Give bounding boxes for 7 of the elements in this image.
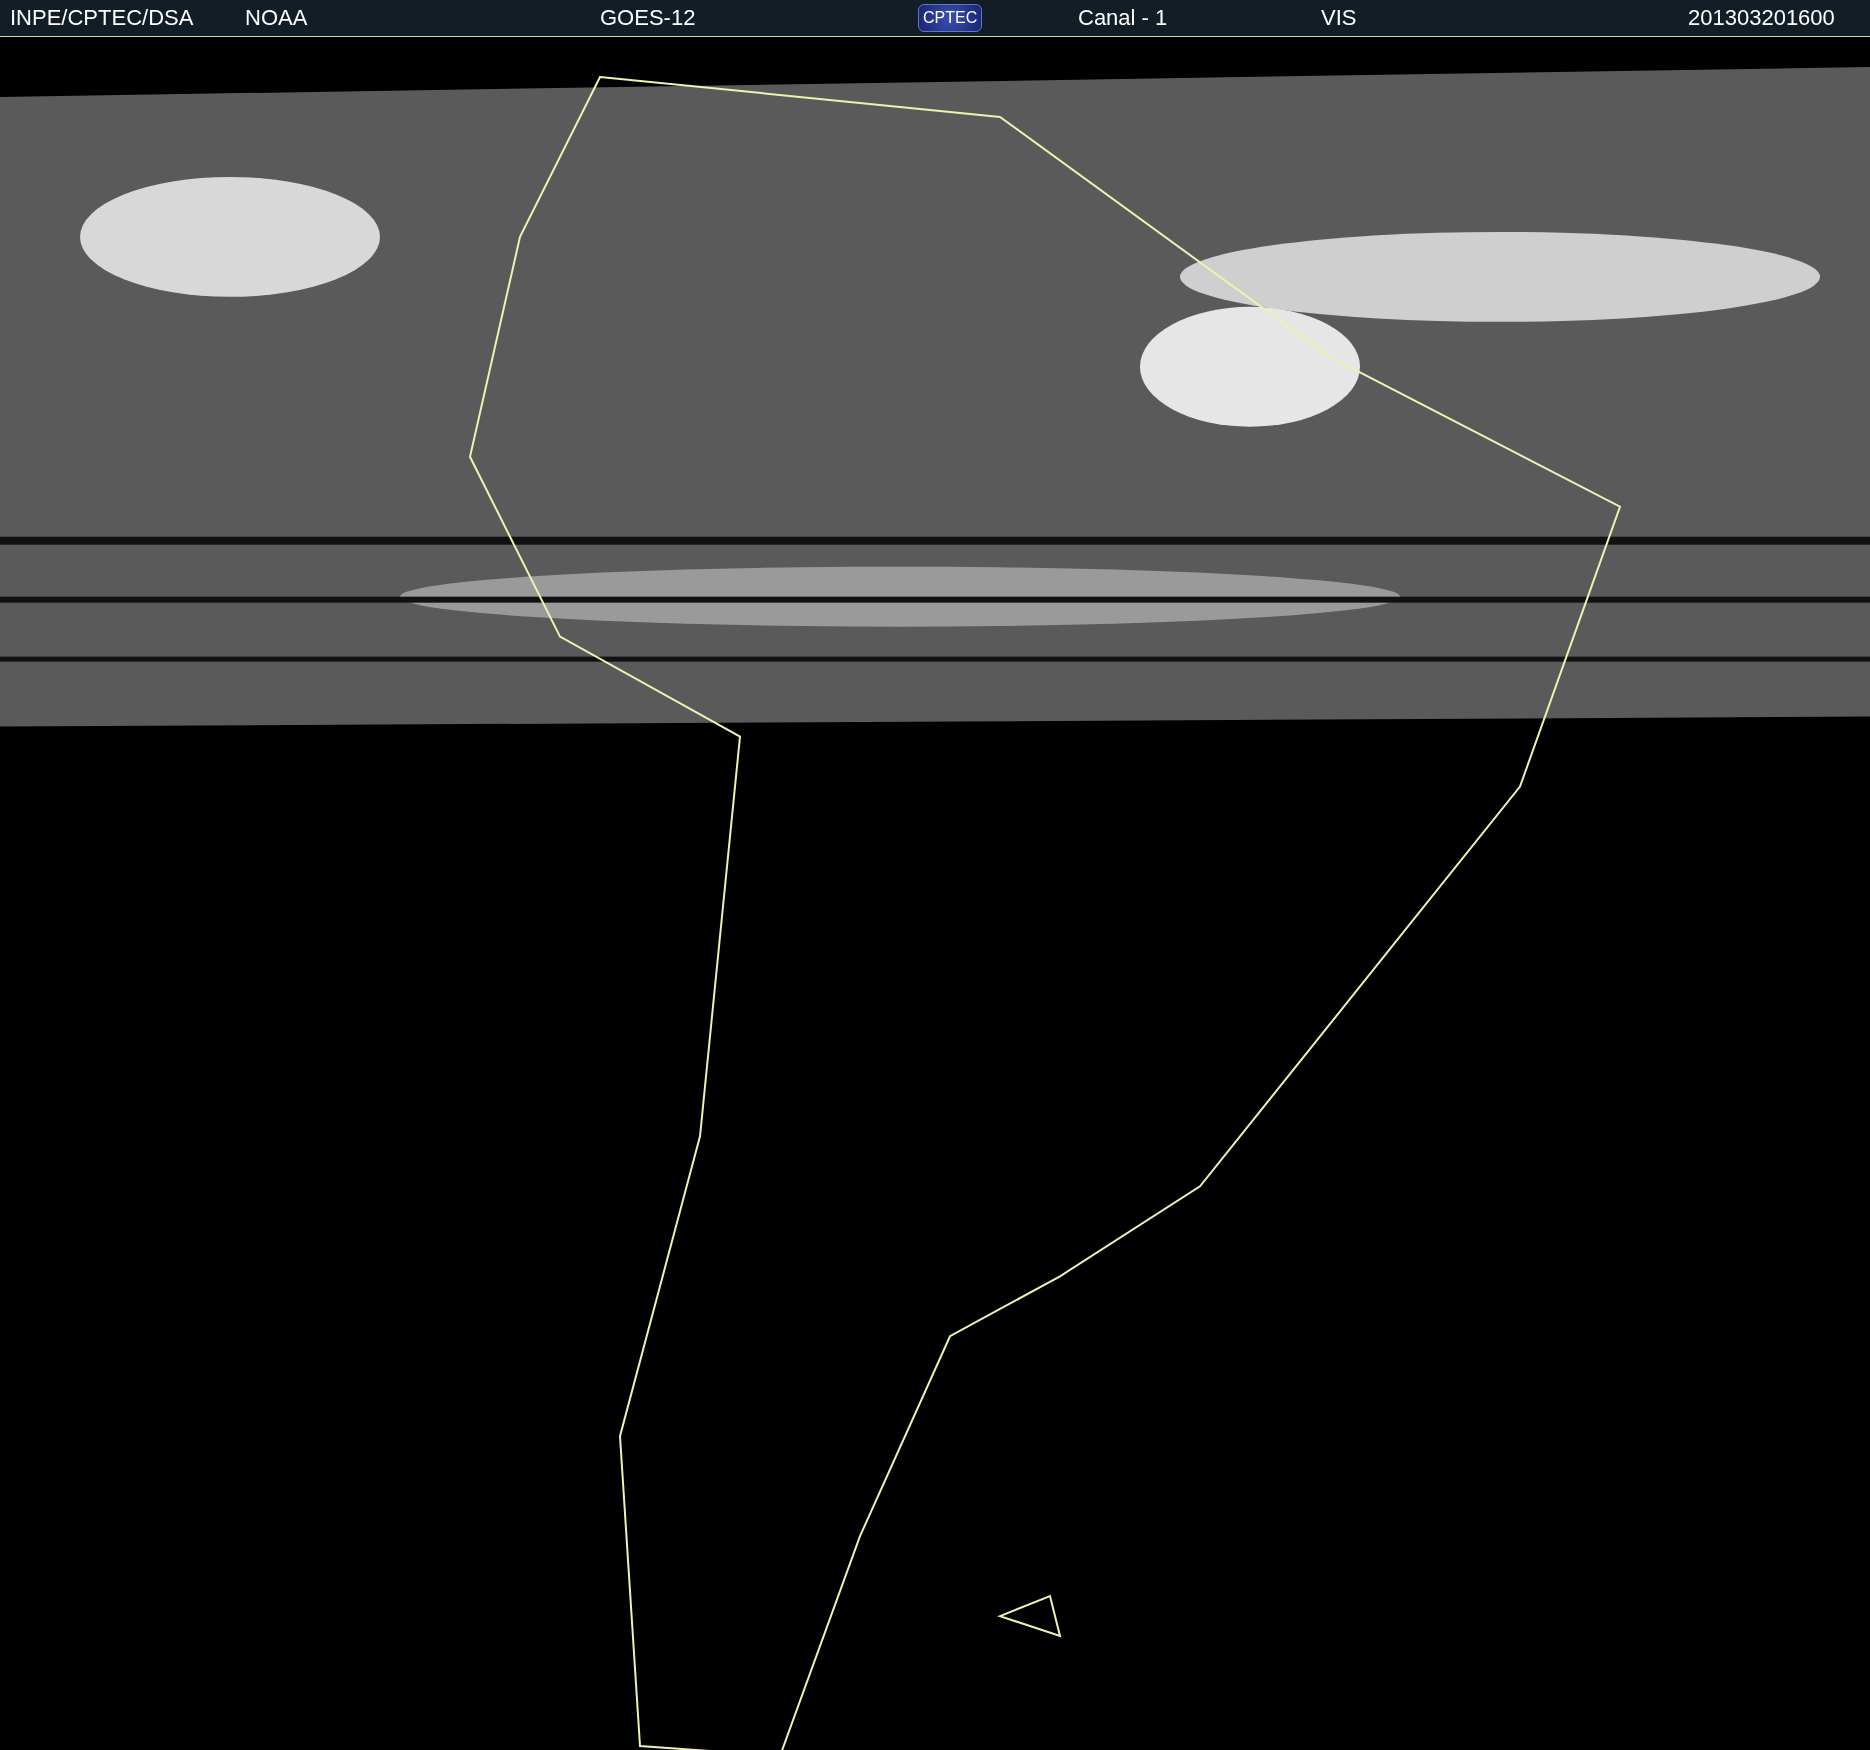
header-label: Canal - 1 xyxy=(1078,5,1168,31)
logo-badge: CPTEC xyxy=(918,4,983,32)
header-label: GOES-12 xyxy=(600,5,696,31)
header-label: VIS xyxy=(1321,5,1357,31)
header-label: NOAA xyxy=(245,5,308,31)
header-label: INPE/CPTEC/DSA xyxy=(10,5,194,31)
header-label: 201303201600 xyxy=(1688,5,1835,31)
